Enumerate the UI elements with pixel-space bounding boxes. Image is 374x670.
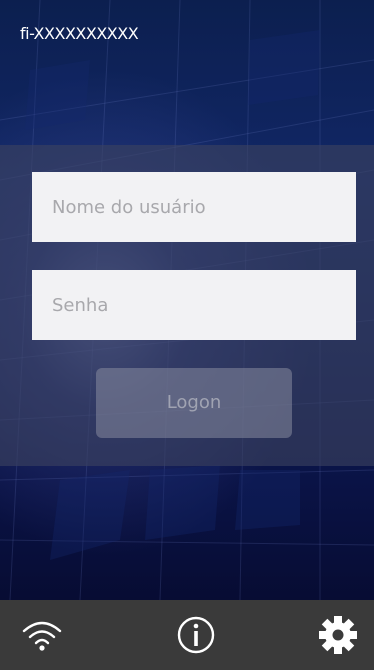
bottom-toolbar: [0, 600, 374, 670]
device-id-label: fi-XXXXXXXXXX: [20, 24, 139, 43]
info-icon[interactable]: [166, 600, 226, 670]
gear-icon[interactable]: [308, 600, 368, 670]
wifi-icon[interactable]: [12, 600, 72, 670]
password-input[interactable]: [32, 270, 356, 340]
username-input[interactable]: [32, 172, 356, 242]
logon-button[interactable]: Logon: [96, 368, 292, 438]
